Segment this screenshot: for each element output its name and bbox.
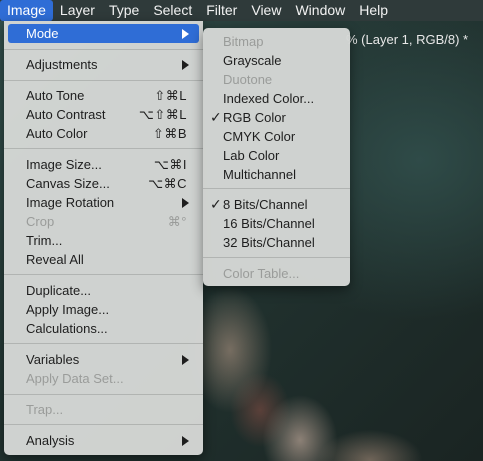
submenu-item-16-bits[interactable]: 16 Bits/Channel: [207, 214, 346, 233]
submenu-item-label: Duotone: [223, 72, 273, 87]
menu-item-duplicate[interactable]: Duplicate...: [8, 281, 199, 300]
menu-separator: [4, 148, 203, 149]
menu-separator: [4, 394, 203, 395]
menu-item-analysis[interactable]: Analysis: [8, 431, 199, 450]
menu-layer[interactable]: Layer: [53, 0, 102, 21]
menu-item-label: Reveal All: [26, 252, 84, 267]
menu-select[interactable]: Select: [146, 0, 199, 21]
menu-item-label: Crop: [26, 214, 55, 229]
menu-item-label: Trim...: [26, 233, 63, 248]
submenu-item-label: Color Table...: [223, 266, 300, 281]
submenu-item-cmyk-color[interactable]: CMYK Color: [207, 127, 346, 146]
menu-item-auto-color[interactable]: Auto Color ⇧⌘B: [8, 124, 199, 143]
submenu-item-label: 32 Bits/Channel: [223, 235, 315, 250]
submenu-item-label: CMYK Color: [223, 129, 296, 144]
menu-window[interactable]: Window: [288, 0, 352, 21]
menu-item-apply-data-set: Apply Data Set...: [8, 369, 199, 388]
menu-help[interactable]: Help: [352, 0, 395, 21]
submenu-item-label: 8 Bits/Channel: [223, 197, 308, 212]
menu-separator: [4, 274, 203, 275]
menu-item-trim[interactable]: Trim...: [8, 231, 199, 250]
submenu-item-label: RGB Color: [223, 110, 286, 125]
submenu-item-rgb-color[interactable]: ✓ RGB Color: [207, 108, 346, 127]
menu-item-reveal-all[interactable]: Reveal All: [8, 250, 199, 269]
menu-item-label: Mode: [26, 26, 59, 41]
menu-item-canvas-size[interactable]: Canvas Size... ⌥⌘C: [8, 174, 199, 193]
menu-separator: [4, 424, 203, 425]
menu-item-auto-tone[interactable]: Auto Tone ⇧⌘L: [8, 86, 199, 105]
submenu-item-label: 16 Bits/Channel: [223, 216, 315, 231]
shortcut-label: ⌥⌘C: [148, 175, 187, 191]
menu-item-trap: Trap...: [8, 400, 199, 419]
menu-separator: [203, 257, 350, 258]
menu-item-label: Auto Contrast: [26, 107, 106, 122]
menu-bar: Image Layer Type Select Filter View Wind…: [0, 0, 483, 21]
submenu-item-label: Indexed Color...: [223, 91, 315, 106]
submenu-item-indexed-color[interactable]: Indexed Color...: [207, 89, 346, 108]
menu-separator: [4, 80, 203, 81]
menu-item-apply-image[interactable]: Apply Image...: [8, 300, 199, 319]
menu-item-label: Analysis: [26, 433, 75, 448]
submenu-item-color-table: Color Table...: [207, 264, 346, 283]
menu-item-label: Adjustments: [26, 57, 98, 72]
menu-item-label: Calculations...: [26, 321, 108, 336]
menu-image[interactable]: Image: [0, 0, 53, 21]
menu-item-label: Apply Image...: [26, 302, 110, 317]
menu-separator: [4, 49, 203, 50]
submenu-item-label: Bitmap: [223, 34, 264, 49]
submenu-item-label: Grayscale: [223, 53, 282, 68]
menu-separator: [203, 188, 350, 189]
submenu-arrow-icon: [182, 197, 189, 208]
image-menu: Mode Adjustments Auto Tone ⇧⌘L Auto Cont…: [4, 21, 203, 455]
menu-item-label: Canvas Size...: [26, 176, 110, 191]
menu-item-adjustments[interactable]: Adjustments: [8, 55, 199, 74]
checkmark-icon: ✓: [210, 109, 222, 125]
menu-item-crop: Crop ⌘°: [8, 212, 199, 231]
menu-type[interactable]: Type: [102, 0, 146, 21]
menu-item-calculations[interactable]: Calculations...: [8, 319, 199, 338]
menu-item-label: Image Size...: [26, 157, 102, 172]
menu-separator: [4, 343, 203, 344]
menu-item-label: Apply Data Set...: [26, 371, 124, 386]
submenu-item-multichannel[interactable]: Multichannel: [207, 165, 346, 184]
menu-item-auto-contrast[interactable]: Auto Contrast ⌥⇧⌘L: [8, 105, 199, 124]
shortcut-label: ⌥⇧⌘L: [138, 106, 187, 122]
shortcut-label: ⇧⌘B: [152, 125, 187, 141]
menu-filter[interactable]: Filter: [199, 0, 244, 21]
menu-item-variables[interactable]: Variables: [8, 350, 199, 369]
submenu-arrow-icon: [182, 354, 189, 365]
menu-item-label: Auto Color: [26, 126, 88, 141]
submenu-arrow-icon: [182, 28, 189, 39]
menu-item-label: Variables: [26, 352, 80, 367]
menu-item-label: Image Rotation: [26, 195, 115, 210]
shortcut-label: ⌘°: [167, 213, 187, 229]
submenu-arrow-icon: [182, 59, 189, 70]
checkmark-icon: ✓: [210, 196, 222, 212]
submenu-item-32-bits[interactable]: 32 Bits/Channel: [207, 233, 346, 252]
submenu-arrow-icon: [182, 435, 189, 446]
submenu-item-grayscale[interactable]: Grayscale: [207, 51, 346, 70]
submenu-item-label: Lab Color: [223, 148, 280, 163]
menu-item-image-size[interactable]: Image Size... ⌥⌘I: [8, 155, 199, 174]
shortcut-label: ⌥⌘I: [153, 156, 187, 172]
shortcut-label: ⇧⌘L: [154, 87, 187, 103]
submenu-item-bitmap: Bitmap: [207, 32, 346, 51]
submenu-item-lab-color[interactable]: Lab Color: [207, 146, 346, 165]
submenu-item-duotone: Duotone: [207, 70, 346, 89]
menu-item-image-rotation[interactable]: Image Rotation: [8, 193, 199, 212]
mode-submenu: Bitmap Grayscale Duotone Indexed Color..…: [203, 28, 350, 286]
menu-item-label: Trap...: [26, 402, 64, 417]
submenu-item-8-bits[interactable]: ✓ 8 Bits/Channel: [207, 195, 346, 214]
document-tab-title[interactable]: % (Layer 1, RGB/8) *: [346, 32, 468, 47]
submenu-item-label: Multichannel: [223, 167, 296, 182]
menu-view[interactable]: View: [244, 0, 288, 21]
menu-item-label: Duplicate...: [26, 283, 92, 298]
menu-item-label: Auto Tone: [26, 88, 85, 103]
menu-item-mode[interactable]: Mode: [8, 24, 199, 43]
